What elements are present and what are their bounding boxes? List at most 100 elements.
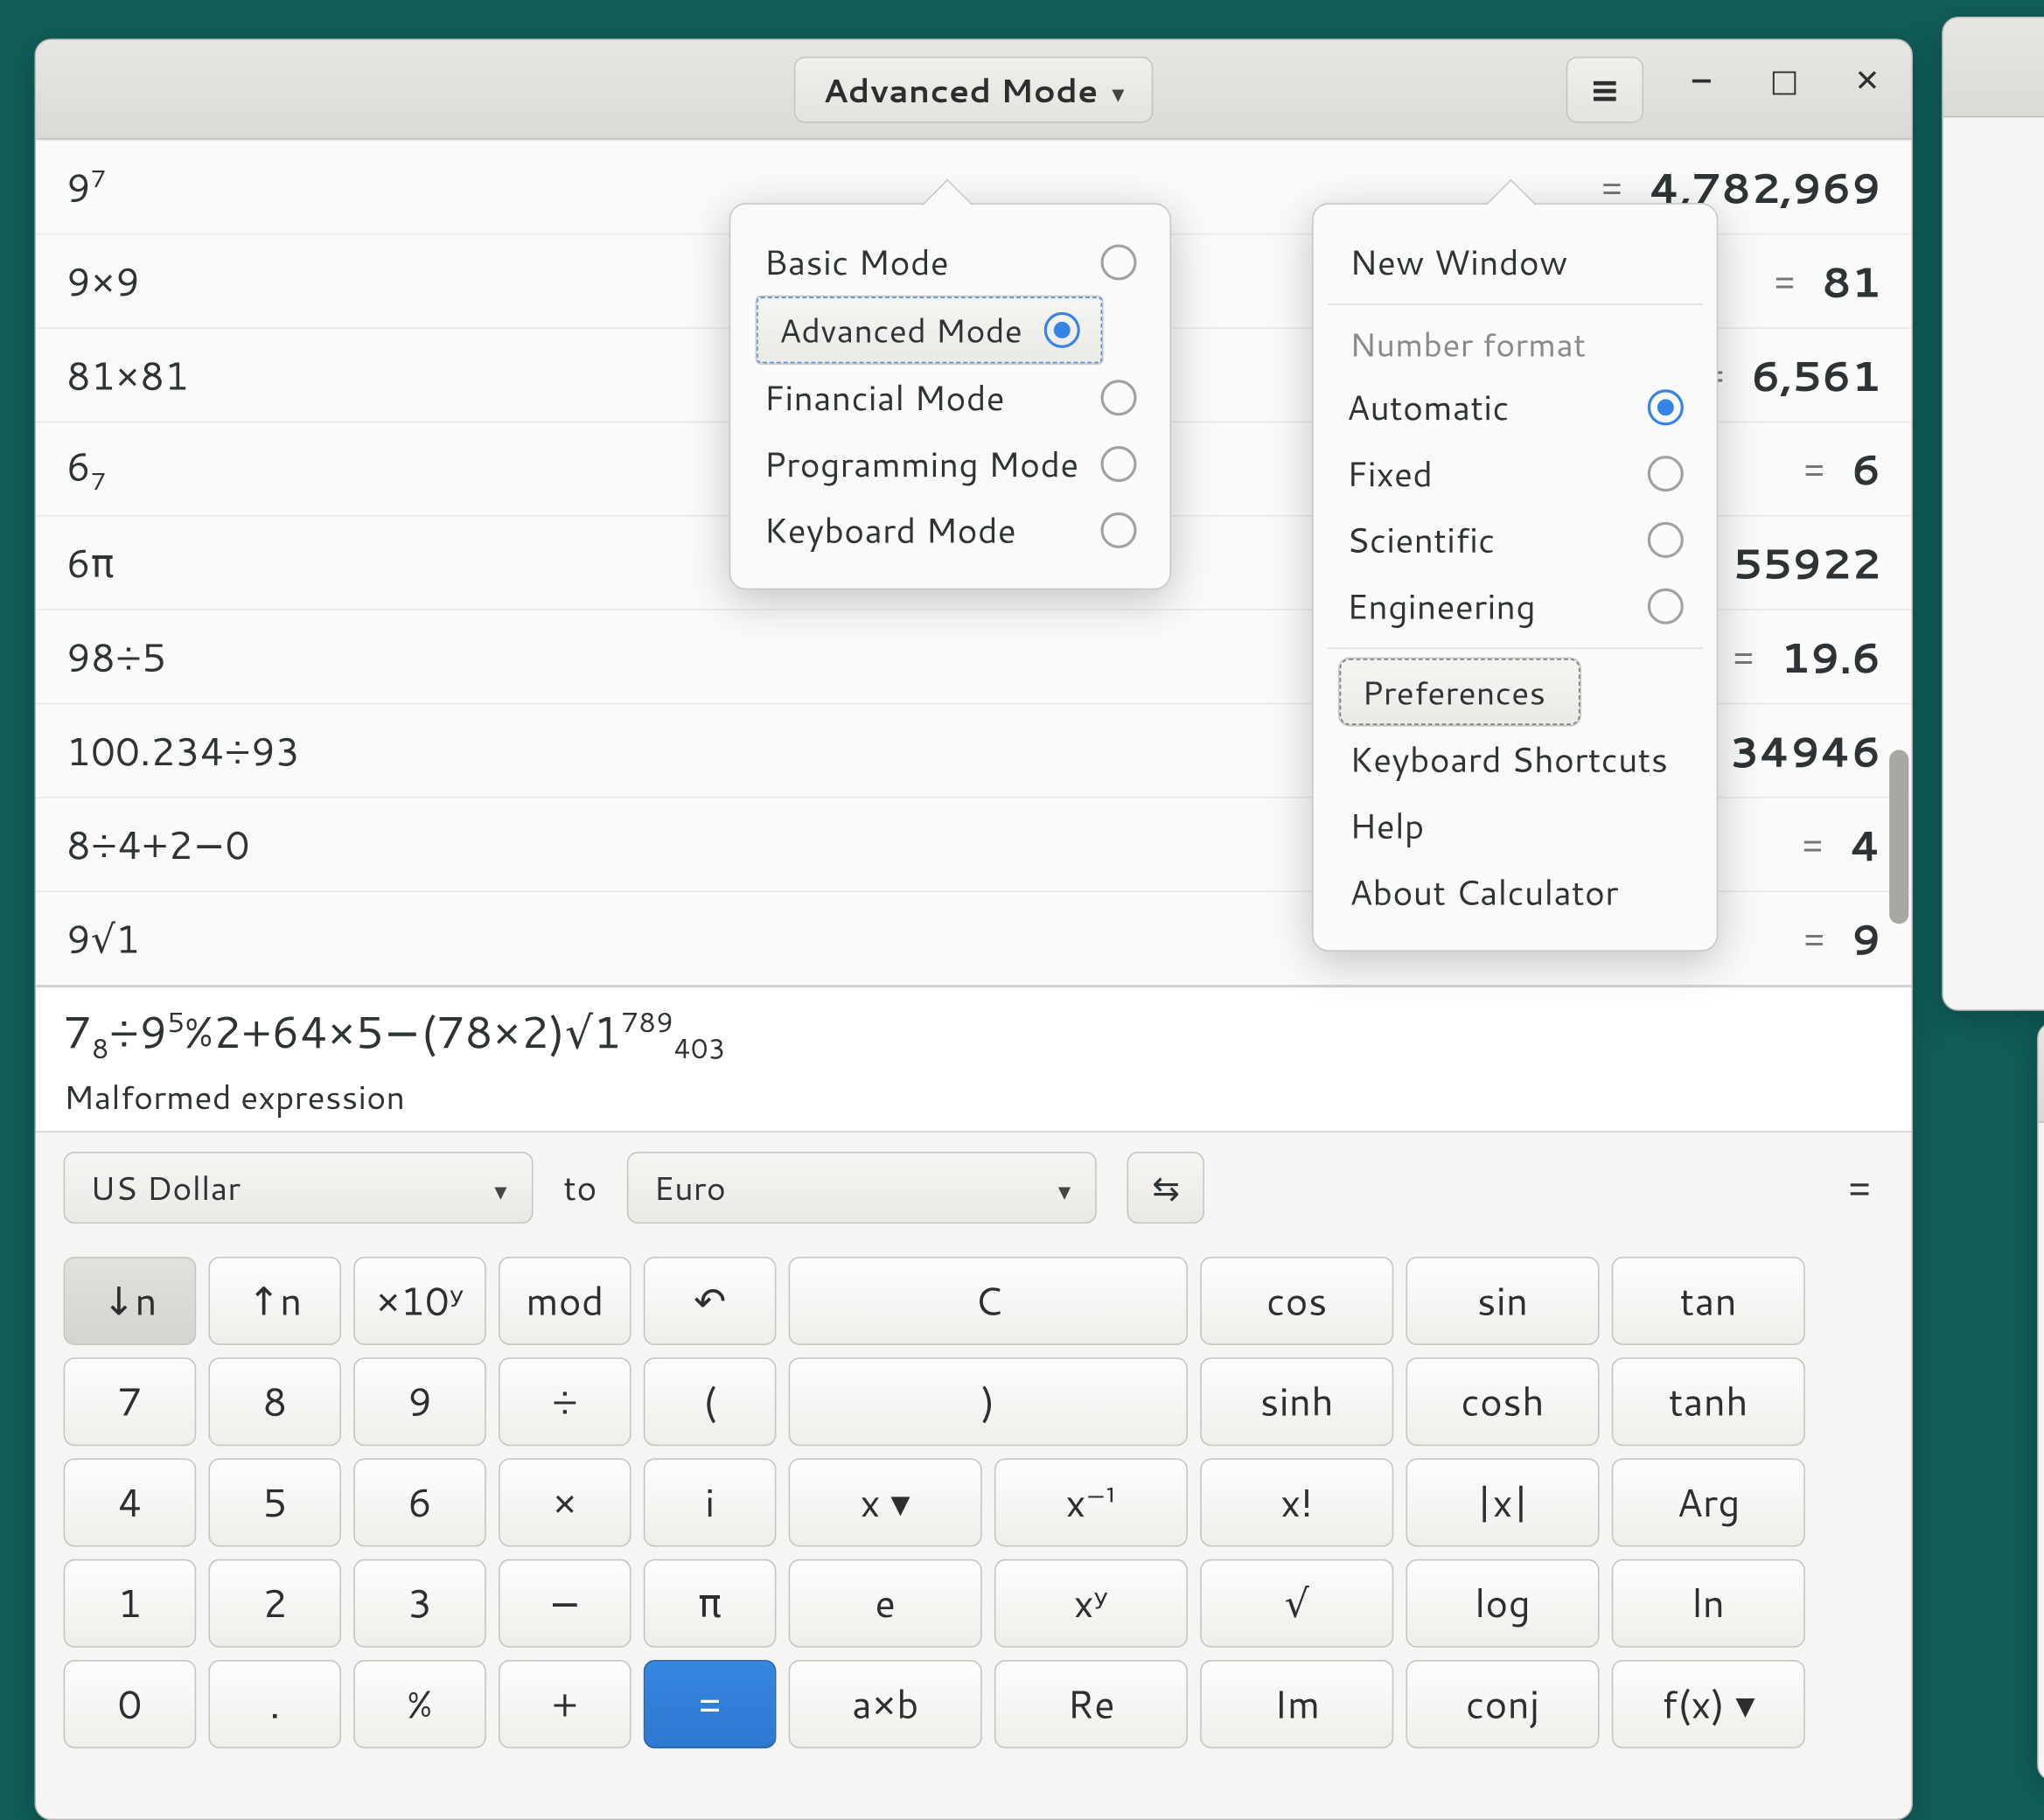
key-[interactable]: ( (644, 1358, 777, 1447)
mode-selector-button[interactable]: Advanced Mode (794, 56, 1154, 122)
currency-to-combo[interactable]: Euro (627, 1153, 1097, 1224)
mode-selector-label: Advanced Mode (823, 66, 1099, 113)
menu-item-keyboard-shortcuts[interactable]: Keyboard Shortcuts (1338, 727, 1692, 793)
radio-icon (1101, 446, 1137, 482)
key-re[interactable]: Re (994, 1661, 1188, 1749)
number-format-option[interactable]: Fixed (1338, 441, 1692, 507)
menu-item-preferences[interactable]: Preferences (1338, 658, 1581, 727)
key-8[interactable]: 8 (208, 1358, 341, 1447)
prefs-titlebar: Preferences ✕ (2039, 1023, 2044, 1123)
key-5[interactable]: 5 (208, 1459, 341, 1547)
key-e[interactable]: e (789, 1559, 982, 1648)
key-[interactable]: √ (1200, 1559, 1393, 1648)
mode-option[interactable]: Programming Mode (756, 431, 1145, 498)
mode-option[interactable]: Financial Mode (756, 365, 1145, 431)
key-sin[interactable]: sin (1406, 1258, 1599, 1346)
entry-area: 78÷95%2+64×5−(78×2)√1789403 Malformed ex… (36, 985, 1911, 1132)
key-[interactable]: ) (789, 1358, 1188, 1447)
key-ab[interactable]: a×b (789, 1661, 982, 1749)
history-result: 6 (1852, 439, 1881, 499)
key-[interactable]: . (208, 1661, 341, 1749)
mode-option[interactable]: Basic Mode (756, 229, 1145, 296)
chevron-down-icon (494, 1165, 506, 1212)
radio-icon (1648, 456, 1684, 492)
key-[interactable]: π (644, 1559, 777, 1648)
key-ln[interactable]: ln (1612, 1559, 1805, 1648)
key-log[interactable]: log (1406, 1559, 1599, 1648)
key-[interactable]: − (499, 1559, 631, 1648)
to-label: to (563, 1164, 596, 1212)
key-1[interactable]: 1 (64, 1559, 197, 1648)
key-[interactable]: ↶ (644, 1258, 777, 1346)
key-3[interactable]: 3 (353, 1559, 486, 1648)
key-i[interactable]: i (644, 1459, 777, 1547)
history-result: 19.6 (1781, 627, 1881, 687)
key-n[interactable]: ↓n (64, 1258, 197, 1346)
key-2[interactable]: 2 (208, 1559, 341, 1648)
key-x[interactable]: x ▾ (789, 1459, 982, 1547)
mode-option[interactable]: Advanced Mode (756, 296, 1104, 365)
scrollbar-thumb[interactable] (1889, 750, 1908, 924)
key-x[interactable]: |x| (1406, 1459, 1599, 1547)
history-result: 34946 (1730, 721, 1881, 780)
menu-item-new-window[interactable]: New Window (1338, 229, 1692, 296)
key-0[interactable]: 0 (64, 1661, 197, 1749)
maximize-button[interactable]: □ (1760, 56, 1810, 106)
chevron-down-icon (1112, 66, 1124, 113)
key-sinh[interactable]: sinh (1200, 1358, 1393, 1447)
chevron-down-icon (1058, 1165, 1071, 1212)
key-cos[interactable]: cos (1200, 1258, 1393, 1346)
mode-popover: Basic ModeAdvanced ModeFinancial ModePro… (729, 203, 1171, 589)
key-4[interactable]: 4 (64, 1459, 197, 1547)
key-x[interactable]: xʸ (994, 1559, 1188, 1648)
history-expression: 9×9 (66, 254, 140, 309)
key-[interactable]: = (644, 1661, 777, 1749)
keypad: ↓n↑n×10ʸmod↶Ccossintan 789÷()sinhcoshtanh… (36, 1244, 1911, 1780)
number-format-option[interactable]: Engineering (1338, 573, 1692, 639)
key-[interactable]: ÷ (499, 1358, 631, 1447)
preferences-window: Preferences ✕ Number of decimals − + Tra… (2037, 1022, 2044, 1782)
key-7[interactable]: 7 (64, 1358, 197, 1447)
key-9[interactable]: 9 (353, 1358, 486, 1447)
hamburger-menu-button[interactable]: ≡ (1566, 56, 1643, 122)
key-arg[interactable]: Arg (1612, 1459, 1805, 1547)
expression-input[interactable]: 78÷95%2+64×5−(78×2)√1789403 (64, 1001, 1884, 1068)
key-cosh[interactable]: cosh (1406, 1358, 1599, 1447)
radio-icon (1648, 589, 1684, 624)
menu-item-help[interactable]: Help (1338, 792, 1692, 859)
history-result: 6,561 (1751, 345, 1881, 405)
key-[interactable]: × (499, 1459, 631, 1547)
minimize-button[interactable]: – (1677, 56, 1727, 106)
key-n[interactable]: ↑n (208, 1258, 341, 1346)
radio-icon (1044, 312, 1080, 348)
history-expression: 9√1 (66, 910, 140, 966)
key-mod[interactable]: mod (499, 1258, 631, 1346)
key-fx[interactable]: f(x) ▾ (1612, 1661, 1805, 1749)
key-x[interactable]: x! (1200, 1459, 1393, 1547)
history-expression: 97 (66, 159, 106, 214)
key-[interactable]: % (353, 1661, 486, 1749)
key-[interactable]: + (499, 1661, 631, 1749)
menu-item-about[interactable]: About Calculator (1338, 859, 1692, 925)
currency-from-combo[interactable]: US Dollar (64, 1153, 534, 1224)
key-conj[interactable]: conj (1406, 1661, 1599, 1749)
key-tan[interactable]: tan (1612, 1258, 1805, 1346)
history-expression: 6π (66, 535, 115, 590)
key-im[interactable]: Im (1200, 1661, 1393, 1749)
key-tanh[interactable]: tanh (1612, 1358, 1805, 1447)
number-format-option[interactable]: Scientific (1338, 507, 1692, 574)
key-10[interactable]: ×10ʸ (353, 1258, 486, 1346)
radio-icon (1648, 389, 1684, 425)
equals-label: = (1846, 1161, 1884, 1216)
swap-currencies-button[interactable] (1127, 1153, 1204, 1224)
mode-option[interactable]: Keyboard Mode (756, 497, 1145, 563)
currency-from-value: US Dollar (90, 1165, 241, 1212)
radio-icon (1101, 380, 1137, 415)
prefs-title: Preferences (2039, 1048, 2044, 1098)
radio-icon (1101, 513, 1137, 548)
number-format-option[interactable]: Automatic (1338, 374, 1692, 441)
key-x[interactable]: x⁻¹ (994, 1459, 1188, 1547)
key-c[interactable]: C (789, 1258, 1188, 1346)
close-button[interactable]: ✕ (1842, 56, 1892, 106)
key-6[interactable]: 6 (353, 1459, 486, 1547)
